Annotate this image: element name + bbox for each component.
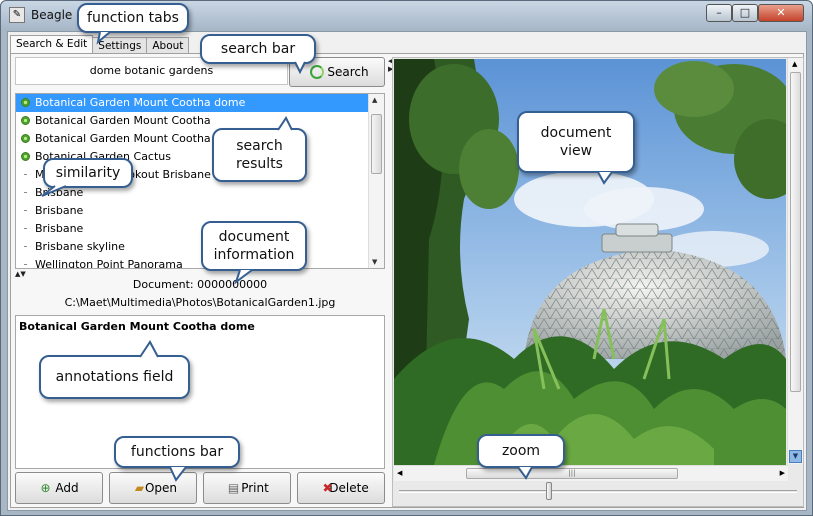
scroll-down-arrow-icon[interactable]: ▼ bbox=[372, 258, 377, 266]
document-number: Document: 0000000000 bbox=[132, 278, 268, 291]
tab-bar: Search & Edit Settings About bbox=[10, 35, 190, 56]
callout-document-view: document view bbox=[517, 111, 635, 173]
callout-document-information-text-2: information bbox=[213, 247, 295, 263]
viewer-scroll-up-icon[interactable]: ▲ bbox=[792, 60, 797, 68]
callout-similarity-text: similarity bbox=[55, 165, 121, 181]
viewer-vertical-scrollbar[interactable]: ▲ ▼ bbox=[787, 58, 803, 464]
search-result-label: Brisbane skyline bbox=[35, 240, 125, 253]
callout-functions-bar: functions bar bbox=[114, 436, 240, 468]
callout-functions-bar-text: functions bar bbox=[130, 444, 224, 460]
callout-zoom: zoom bbox=[477, 434, 565, 468]
similarity-dash-icon bbox=[24, 174, 27, 175]
callout-document-information-text-1: document bbox=[218, 229, 290, 245]
print-button-label: Print bbox=[241, 481, 269, 495]
callout-search-bar-text: search bar bbox=[220, 41, 296, 57]
similarity-dash-icon bbox=[24, 228, 27, 229]
similarity-dash-icon bbox=[24, 264, 27, 265]
similarity-dash-icon bbox=[24, 210, 27, 211]
document-path: C:\Maet\Multimedia\Photos\BotanicalGarde… bbox=[64, 296, 336, 309]
search-result-row[interactable]: Brisbane skyline bbox=[16, 238, 368, 256]
maximize-button[interactable]: □ bbox=[732, 4, 758, 22]
search-result-label: Wellington Point Panorama bbox=[35, 258, 183, 269]
search-result-row[interactable]: Wellington Point Panorama bbox=[16, 256, 368, 269]
callout-search-results-text-1: search bbox=[236, 138, 283, 154]
minimize-button[interactable]: – bbox=[706, 4, 732, 22]
delete-button[interactable]: ✖ Delete bbox=[297, 472, 385, 504]
viewer-horizontal-thumb[interactable]: ||| bbox=[466, 468, 678, 479]
search-result-label: Brisbane bbox=[35, 204, 84, 217]
delete-icon: ✖ bbox=[322, 481, 333, 495]
open-button[interactable]: ▰ Open bbox=[109, 472, 197, 504]
similarity-dot-icon bbox=[21, 98, 30, 107]
add-icon: ⊕ bbox=[40, 481, 51, 495]
search-result-label: Botanical Garden Mount Cootha dome bbox=[35, 96, 246, 109]
similarity-dot-icon bbox=[21, 116, 30, 125]
viewer-vertical-thumb[interactable] bbox=[790, 72, 801, 392]
callout-document-view-text-1: document bbox=[540, 125, 612, 141]
callout-search-results: search results bbox=[212, 128, 307, 182]
viewer-scroll-right-icon[interactable]: ▶ bbox=[780, 469, 785, 477]
annotation-text: Botanical Garden Mount Cootha dome bbox=[19, 320, 255, 333]
zoom-slider-track[interactable] bbox=[399, 490, 797, 493]
printer-icon: ▤ bbox=[227, 481, 240, 495]
search-result-row[interactable]: Brisbane bbox=[16, 202, 368, 220]
delete-button-label: Delete bbox=[329, 481, 369, 495]
callout-annotations-field: annotations field bbox=[39, 355, 190, 399]
callout-document-information: document information bbox=[201, 221, 307, 271]
scroll-up-arrow-icon[interactable]: ▲ bbox=[372, 96, 377, 104]
zoom-slider-handle[interactable] bbox=[546, 482, 553, 500]
refresh-icon bbox=[310, 65, 324, 79]
similarity-dot-icon bbox=[21, 152, 30, 161]
search-result-row[interactable]: Botanical Garden Mount Cootha dome bbox=[16, 94, 368, 112]
open-folder-icon: ▰ bbox=[134, 481, 145, 495]
results-scrollbar[interactable]: ▲ ▼ bbox=[368, 94, 384, 268]
viewer-horizontal-scrollbar[interactable]: ◀ ||| ▶ bbox=[394, 465, 788, 481]
add-button[interactable]: ⊕ Add bbox=[15, 472, 103, 504]
callout-function-tabs-text: function tabs bbox=[87, 10, 179, 26]
results-scroll-thumb[interactable] bbox=[371, 114, 382, 174]
callout-similarity: similarity bbox=[43, 158, 133, 188]
callout-function-tabs: function tabs bbox=[77, 3, 189, 33]
open-button-label: Open bbox=[144, 481, 178, 495]
search-result-row[interactable]: Botanical Garden Mount Cootha Chair bbox=[16, 130, 368, 148]
viewer-scroll-down-icon[interactable]: ▼ bbox=[789, 450, 802, 463]
viewer-scroll-left-icon[interactable]: ◀ bbox=[397, 469, 402, 477]
app-icon: ✎ bbox=[9, 7, 25, 23]
document-information: Document: 0000000000 C:\Maet\Multimedia\… bbox=[15, 276, 385, 312]
similarity-dash-icon bbox=[24, 246, 27, 247]
search-button-label: Search bbox=[327, 65, 369, 79]
add-button-label: Add bbox=[55, 481, 79, 495]
similarity-dot-icon bbox=[21, 134, 30, 143]
close-button[interactable]: ✕ bbox=[758, 4, 804, 22]
search-result-row[interactable]: Brisbane bbox=[16, 220, 368, 238]
search-result-label: Botanical Garden Mount Cootha bbox=[35, 114, 211, 127]
window-title: Beagle bbox=[31, 8, 73, 22]
print-button[interactable]: ▤ Print bbox=[203, 472, 291, 504]
callout-annotations-field-text: annotations field bbox=[55, 369, 174, 385]
callout-document-view-text-2: view bbox=[559, 143, 593, 159]
callout-zoom-text: zoom bbox=[501, 443, 541, 459]
callout-search-bar: search bar bbox=[200, 34, 316, 64]
similarity-dash-icon bbox=[24, 192, 27, 193]
search-result-row[interactable]: Botanical Garden Mount Cootha bbox=[16, 112, 368, 130]
callout-search-results-text-2: results bbox=[236, 156, 283, 172]
search-result-label: Brisbane bbox=[35, 222, 84, 235]
